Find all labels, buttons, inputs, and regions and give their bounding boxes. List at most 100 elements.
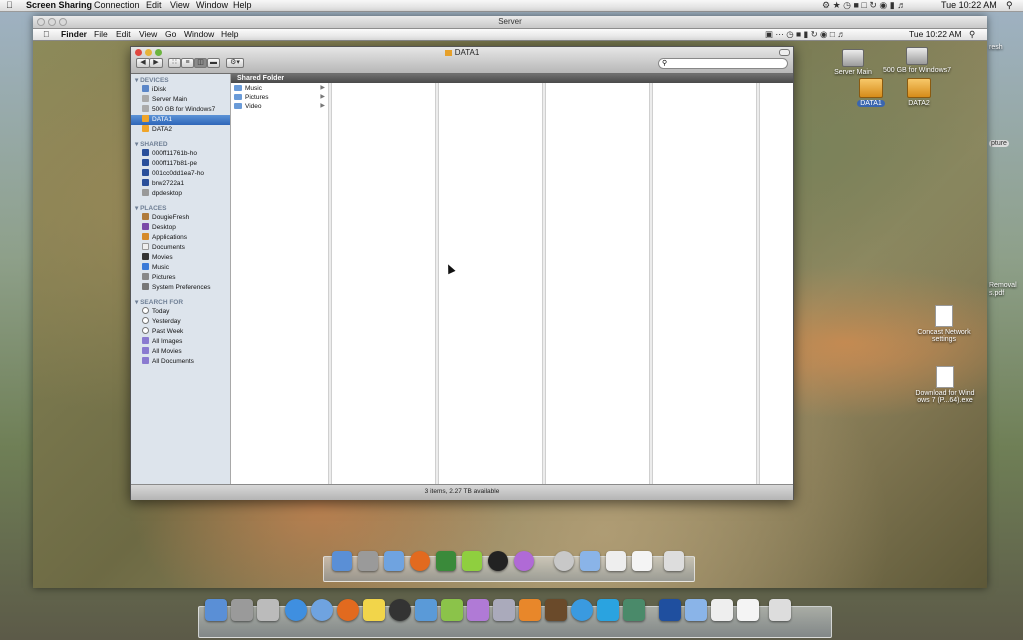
menu-file[interactable]: File: [94, 29, 108, 40]
app-green-icon[interactable]: [462, 551, 482, 571]
dvd-player-icon[interactable]: [389, 599, 411, 621]
menu-view[interactable]: View: [170, 0, 189, 11]
desktop-icon-windows7[interactable]: 500 GB for Windows7: [881, 47, 953, 74]
menu-connection[interactable]: Connection: [94, 0, 140, 11]
sidebar-item-movies[interactable]: Movies: [142, 253, 228, 263]
sidebar-item-shared-2[interactable]: 000ff117b81-pe: [142, 159, 228, 169]
calculator-icon[interactable]: [257, 599, 279, 621]
remote-window-titlebar[interactable]: Server: [33, 16, 987, 29]
firefox-icon[interactable]: [337, 599, 359, 621]
list-view-button[interactable]: ≡: [181, 58, 194, 68]
apple-menu-icon[interactable]: : [6, 0, 13, 11]
minimize-button[interactable]: [48, 18, 56, 26]
sidebar-item-server-main[interactable]: Server Main: [142, 95, 228, 105]
document-stack-icon-2[interactable]: [632, 551, 652, 571]
remote-spotlight-icon[interactable]: ⚲: [969, 29, 975, 40]
menu-finder[interactable]: Finder: [61, 29, 87, 40]
action-gear-icon[interactable]: ⚙▾: [226, 58, 244, 68]
toolbar-toggle-button[interactable]: [779, 49, 790, 56]
stickies-icon[interactable]: [363, 599, 385, 621]
folder-item-music[interactable]: Music ▶: [231, 84, 327, 93]
sidebar-item-home[interactable]: DougieFresh: [142, 213, 228, 223]
column-divider[interactable]: [649, 83, 653, 484]
downloads-stack-icon[interactable]: [554, 551, 574, 571]
remote-status-icons[interactable]: ▣ ⋯ ◷ ■ ▮ ↻ ◉ □ ♬: [765, 29, 846, 40]
forward-button[interactable]: ▶: [149, 58, 163, 68]
photoshop-icon[interactable]: [659, 599, 681, 621]
column-divider[interactable]: [542, 83, 546, 484]
menu-view-remote[interactable]: View: [139, 29, 157, 40]
host-clock[interactable]: Tue 10:22 AM: [941, 0, 997, 11]
folder-item-video[interactable]: Video ▶: [231, 102, 327, 111]
trash-icon[interactable]: [769, 599, 791, 621]
finder-icon[interactable]: [205, 599, 227, 621]
menu-window[interactable]: Window: [196, 0, 228, 11]
app-purple-icon[interactable]: [467, 599, 489, 621]
screen-sharing-icon[interactable]: [623, 599, 645, 621]
desktop-icon-server-main[interactable]: Server Main: [830, 49, 876, 76]
folder-icon[interactable]: [685, 599, 707, 621]
sidebar-section-devices[interactable]: ▾ DEVICES: [135, 76, 169, 84]
back-button[interactable]: ◀: [136, 58, 150, 68]
vlc-icon[interactable]: [519, 599, 541, 621]
status-icons[interactable]: ⚙ ★ ◷ ■ □ ↻ ◉ ▮ ♬: [822, 0, 906, 11]
sidebar-item-idisk[interactable]: iDisk: [142, 85, 228, 95]
sidebar-item-shared-1[interactable]: 000ff11761b-ho: [142, 149, 228, 159]
column-divider[interactable]: [756, 83, 760, 484]
sidebar-item-windows7[interactable]: 500 GB for Windows7: [142, 105, 228, 115]
column-divider[interactable]: [435, 83, 439, 484]
sidebar-item-all-movies[interactable]: All Movies: [142, 347, 228, 357]
host-desktop-label-pdf[interactable]: s.pdf: [989, 290, 1004, 297]
sidebar-section-search-for[interactable]: ▾ SEARCH FOR: [135, 298, 183, 306]
finder-icon[interactable]: [332, 551, 352, 571]
finder-window[interactable]: DATA1 ◀ ▶ ∷ ≡ ◫ ▬ ⚙▾ ⚲ ▾ DEVICES iDisk S…: [130, 46, 794, 500]
search-input[interactable]: ⚲: [658, 58, 788, 69]
column-view-button[interactable]: ◫: [194, 58, 207, 68]
app-dark-icon[interactable]: [488, 551, 508, 571]
zoom-button[interactable]: [59, 18, 67, 26]
host-desktop-label-removal[interactable]: Removal: [989, 282, 1017, 289]
firefox-icon[interactable]: [410, 551, 430, 571]
app-cyan-icon[interactable]: [597, 599, 619, 621]
remote-apple-menu-icon[interactable]: : [43, 29, 49, 40]
menu-edit[interactable]: Edit: [146, 0, 162, 11]
desktop-icon-data2[interactable]: DATA2: [901, 78, 937, 107]
sidebar-item-shared-4[interactable]: brw2722a1: [142, 179, 228, 189]
sidebar-item-yesterday[interactable]: Yesterday: [142, 317, 228, 327]
sidebar-item-system-preferences[interactable]: System Preferences: [142, 283, 228, 293]
icon-view-button[interactable]: ∷: [168, 58, 181, 68]
sidebar-item-data1[interactable]: DATA1: [131, 115, 230, 125]
menu-help-remote[interactable]: Help: [221, 29, 238, 40]
host-desktop-label-fresh[interactable]: resh: [989, 44, 1003, 51]
safari-icon[interactable]: [285, 599, 307, 621]
finder-column-view[interactable]: Shared Folder Music ▶ Pictures ▶ Video ▶: [231, 74, 793, 484]
itunes-icon[interactable]: [384, 551, 404, 571]
sidebar-item-data2[interactable]: DATA2: [142, 125, 228, 135]
cover-flow-button[interactable]: ▬: [207, 58, 220, 68]
menu-window-remote[interactable]: Window: [184, 29, 214, 40]
app-blue-icon[interactable]: [415, 599, 437, 621]
host-desktop-label-capture[interactable]: pture: [989, 140, 1009, 147]
column-divider[interactable]: [328, 83, 332, 484]
sidebar-item-documents[interactable]: Documents: [142, 243, 228, 253]
document-stack-icon[interactable]: [606, 551, 626, 571]
spotlight-icon[interactable]: ⚲: [1006, 0, 1013, 11]
sidebar-section-places[interactable]: ▾ PLACES: [135, 204, 166, 212]
app-h-icon[interactable]: [436, 551, 456, 571]
system-preferences-icon[interactable]: [231, 599, 253, 621]
sidebar-section-shared[interactable]: ▾ SHARED: [135, 140, 168, 148]
system-preferences-icon[interactable]: [358, 551, 378, 571]
close-button[interactable]: [37, 18, 45, 26]
sidebar-item-pictures[interactable]: Pictures: [142, 273, 228, 283]
app-green-icon[interactable]: [441, 599, 463, 621]
sidebar-item-past-week[interactable]: Past Week: [142, 327, 228, 337]
sidebar-item-shared-3[interactable]: 001cc0dd1ea7-ho: [142, 169, 228, 179]
ichat-icon[interactable]: [571, 599, 593, 621]
menu-help[interactable]: Help: [233, 0, 252, 11]
sidebar-item-shared-5[interactable]: dpdesktop: [142, 189, 228, 199]
folder-item-pictures[interactable]: Pictures ▶: [231, 93, 327, 102]
document-stack-icon[interactable]: [711, 599, 733, 621]
sidebar-item-all-documents[interactable]: All Documents: [142, 357, 228, 367]
menu-go[interactable]: Go: [165, 29, 176, 40]
sidebar-item-applications[interactable]: Applications: [142, 233, 228, 243]
